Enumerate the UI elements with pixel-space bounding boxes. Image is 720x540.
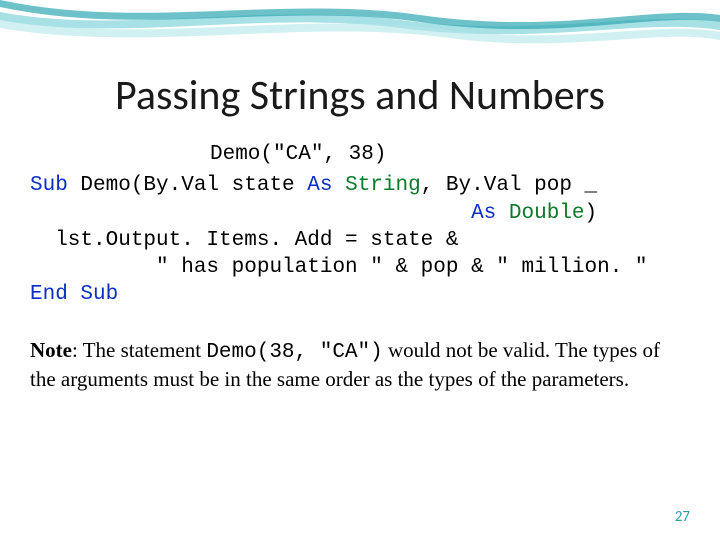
kw-as-2: As [471, 202, 496, 225]
kw-double: Double [509, 202, 585, 225]
code-line-1: Sub Demo(By.Val state As String, By.Val … [30, 172, 690, 199]
note-paragraph: Note: The statement Demo(38, "CA") would… [30, 337, 690, 394]
code-line-2: As Double) [30, 200, 690, 227]
code-line-end: End Sub [30, 281, 690, 308]
code-line-4: " has population " & pop & " million. " [30, 254, 690, 281]
code-line-3: lst.Output. Items. Add = state & [30, 227, 690, 254]
kw-as-1: As [307, 174, 332, 197]
code-call-line: Demo("CA", 38) [30, 141, 690, 168]
slide-title: Passing Strings and Numbers [30, 70, 690, 121]
kw-sub: Sub [30, 174, 68, 197]
slide-number: 27 [675, 508, 690, 526]
code-block: Demo("CA", 38) Sub Demo(By.Val state As … [30, 141, 690, 309]
kw-string: String [345, 174, 421, 197]
slide: Passing Strings and Numbers Demo("CA", 3… [0, 0, 720, 540]
note-inline-code: Demo(38, "CA") [206, 341, 382, 364]
note-label: Note [30, 338, 72, 362]
